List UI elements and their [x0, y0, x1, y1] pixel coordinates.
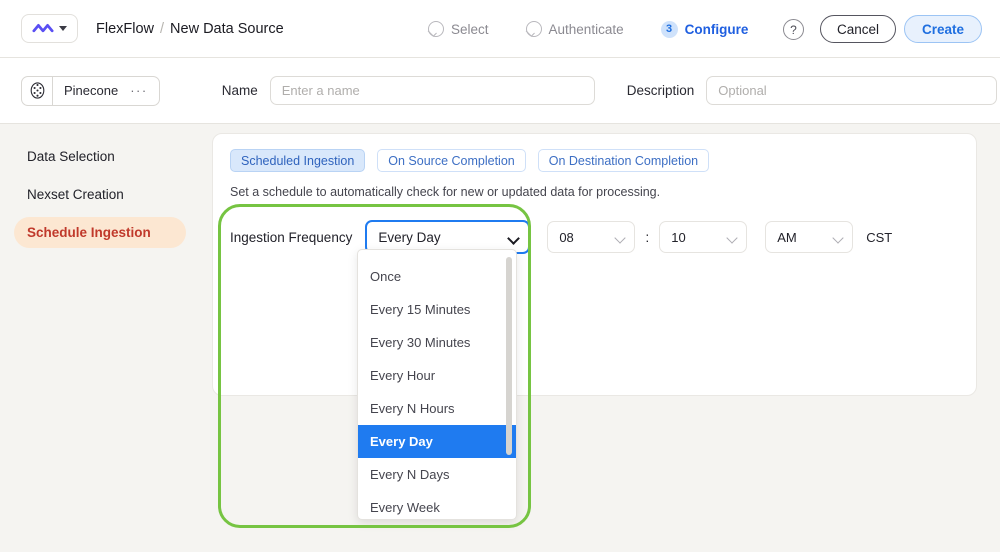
check-circle-icon	[428, 21, 444, 37]
breadcrumb-app[interactable]: FlexFlow	[96, 21, 154, 37]
sidebar-item-data-selection[interactable]: Data Selection	[14, 141, 186, 172]
form-bar: Pinecone ··· Name Description	[0, 58, 1000, 124]
cancel-button[interactable]: Cancel	[820, 15, 896, 43]
chevron-down-icon	[726, 232, 738, 244]
help-icon[interactable]: ?	[783, 19, 804, 40]
dropdown-option-every-n-days[interactable]: Every N Days	[358, 458, 516, 491]
top-bar: FlexFlow / New Data Source Select Authen…	[0, 0, 1000, 58]
breadcrumb-page: New Data Source	[170, 20, 284, 37]
dropdown-option-every-15-minutes[interactable]: Every 15 Minutes	[358, 293, 516, 326]
dropdown-option-every-n-hours[interactable]: Every N Hours	[358, 392, 516, 425]
chevron-down-icon	[507, 232, 521, 245]
sidebar-item-label: Nexset Creation	[27, 187, 124, 202]
dropdown-option-every-week[interactable]: Every Week	[358, 491, 516, 519]
connector-name-label: Pinecone	[64, 83, 119, 98]
breadcrumb: FlexFlow / New Data Source	[96, 21, 284, 37]
breadcrumb-separator: /	[160, 20, 165, 37]
chevron-down-icon	[614, 232, 626, 244]
dropdown-option-label: Every 15 Minutes	[370, 302, 471, 317]
tab-on-source-completion[interactable]: On Source Completion	[377, 149, 526, 172]
flexflow-wave-logo-icon	[32, 23, 54, 32]
pinecone-icon-glyph	[30, 82, 44, 99]
ingestion-frequency-dropdown[interactable]: Once Every 15 Minutes Every 30 Minutes E…	[357, 249, 517, 520]
app-root: FlexFlow / New Data Source Select Authen…	[0, 0, 1000, 552]
step-authenticate-label: Authenticate	[548, 21, 624, 37]
sidebar-item-label: Data Selection	[27, 149, 115, 164]
caret-down-icon	[59, 26, 67, 31]
dropdown-option-list: Once Every 15 Minutes Every 30 Minutes E…	[358, 250, 516, 519]
tab-on-destination-completion[interactable]: On Destination Completion	[537, 149, 710, 172]
step-configure-label: Configure	[684, 21, 749, 37]
dropdown-option-every-day[interactable]: Every Day	[358, 425, 516, 458]
ingestion-frequency-value: Every Day	[378, 229, 441, 245]
dropdown-scrollbar-thumb[interactable]	[506, 257, 512, 455]
ellipsis-icon[interactable]: ···	[130, 84, 148, 97]
tab-label: On Source Completion	[388, 153, 515, 168]
time-separator: :	[645, 229, 650, 245]
dropdown-option-label: Every Day	[370, 434, 433, 449]
chevron-down-icon	[832, 232, 844, 244]
description-input[interactable]	[706, 76, 998, 105]
step-select-label: Select	[451, 21, 489, 37]
sidebar-item-label: Schedule Ingestion	[27, 225, 151, 240]
dropdown-option-label: Once	[370, 269, 402, 284]
pinecone-icon	[22, 76, 53, 105]
dropdown-option-label: Every Week	[370, 500, 440, 515]
panel-description: Set a schedule to automatically check fo…	[230, 185, 661, 199]
description-label: Description	[626, 83, 695, 98]
configuration-panel: Scheduled Ingestion On Source Completion…	[212, 133, 977, 396]
timezone-label: CST	[866, 229, 893, 245]
tab-label: Scheduled Ingestion	[241, 153, 355, 168]
description-field-group: Description	[627, 76, 998, 105]
minute-value: 10	[671, 229, 686, 245]
step-authenticate[interactable]: Authenticate	[525, 21, 624, 37]
app-logo-button[interactable]	[21, 14, 78, 43]
sidebar-item-nexset-creation[interactable]: Nexset Creation	[14, 179, 186, 210]
meridiem-value: AM	[777, 229, 797, 245]
dropdown-option-label: Every N Days	[370, 467, 450, 482]
check-circle-icon	[525, 21, 542, 37]
hour-value: 08	[559, 229, 574, 245]
wizard-steps: Select Authenticate 3 Configure	[428, 0, 748, 58]
dropdown-option-label: Every 30 Minutes	[370, 335, 471, 350]
hour-select[interactable]: 08	[547, 221, 636, 253]
step-number-badge: 3	[660, 20, 678, 38]
ingestion-frequency-row: Ingestion Frequency Every Day 08 : 10 AM	[230, 220, 892, 254]
sidebar-item-schedule-ingestion[interactable]: Schedule Ingestion	[14, 217, 186, 248]
tab-label: On Destination Completion	[548, 153, 699, 168]
sidebar: Data Selection Nexset Creation Schedule …	[0, 124, 200, 255]
name-field-group: Name	[222, 76, 595, 105]
connector-name-area[interactable]: Pinecone ···	[53, 77, 159, 105]
name-label: Name	[221, 83, 258, 98]
meridiem-select[interactable]: AM	[765, 221, 854, 253]
dropdown-option-label: Every Hour	[370, 368, 436, 383]
dropdown-option-once[interactable]: Once	[358, 260, 516, 293]
connector-chip[interactable]: Pinecone ···	[21, 75, 160, 106]
dropdown-option-every-hour[interactable]: Every Hour	[358, 359, 516, 392]
ingestion-frequency-label: Ingestion Frequency	[230, 229, 353, 245]
schedule-tabs: Scheduled Ingestion On Source Completion…	[230, 149, 710, 172]
dropdown-option-label: Every N Hours	[370, 401, 455, 416]
dropdown-option-every-30-minutes[interactable]: Every 30 Minutes	[358, 326, 516, 359]
create-button[interactable]: Create	[904, 15, 982, 43]
step-select[interactable]: Select	[428, 21, 489, 37]
name-input[interactable]	[269, 76, 595, 105]
minute-select[interactable]: 10	[659, 221, 748, 253]
step-configure[interactable]: 3 Configure	[660, 20, 749, 38]
tab-scheduled-ingestion[interactable]: Scheduled Ingestion	[230, 149, 366, 172]
